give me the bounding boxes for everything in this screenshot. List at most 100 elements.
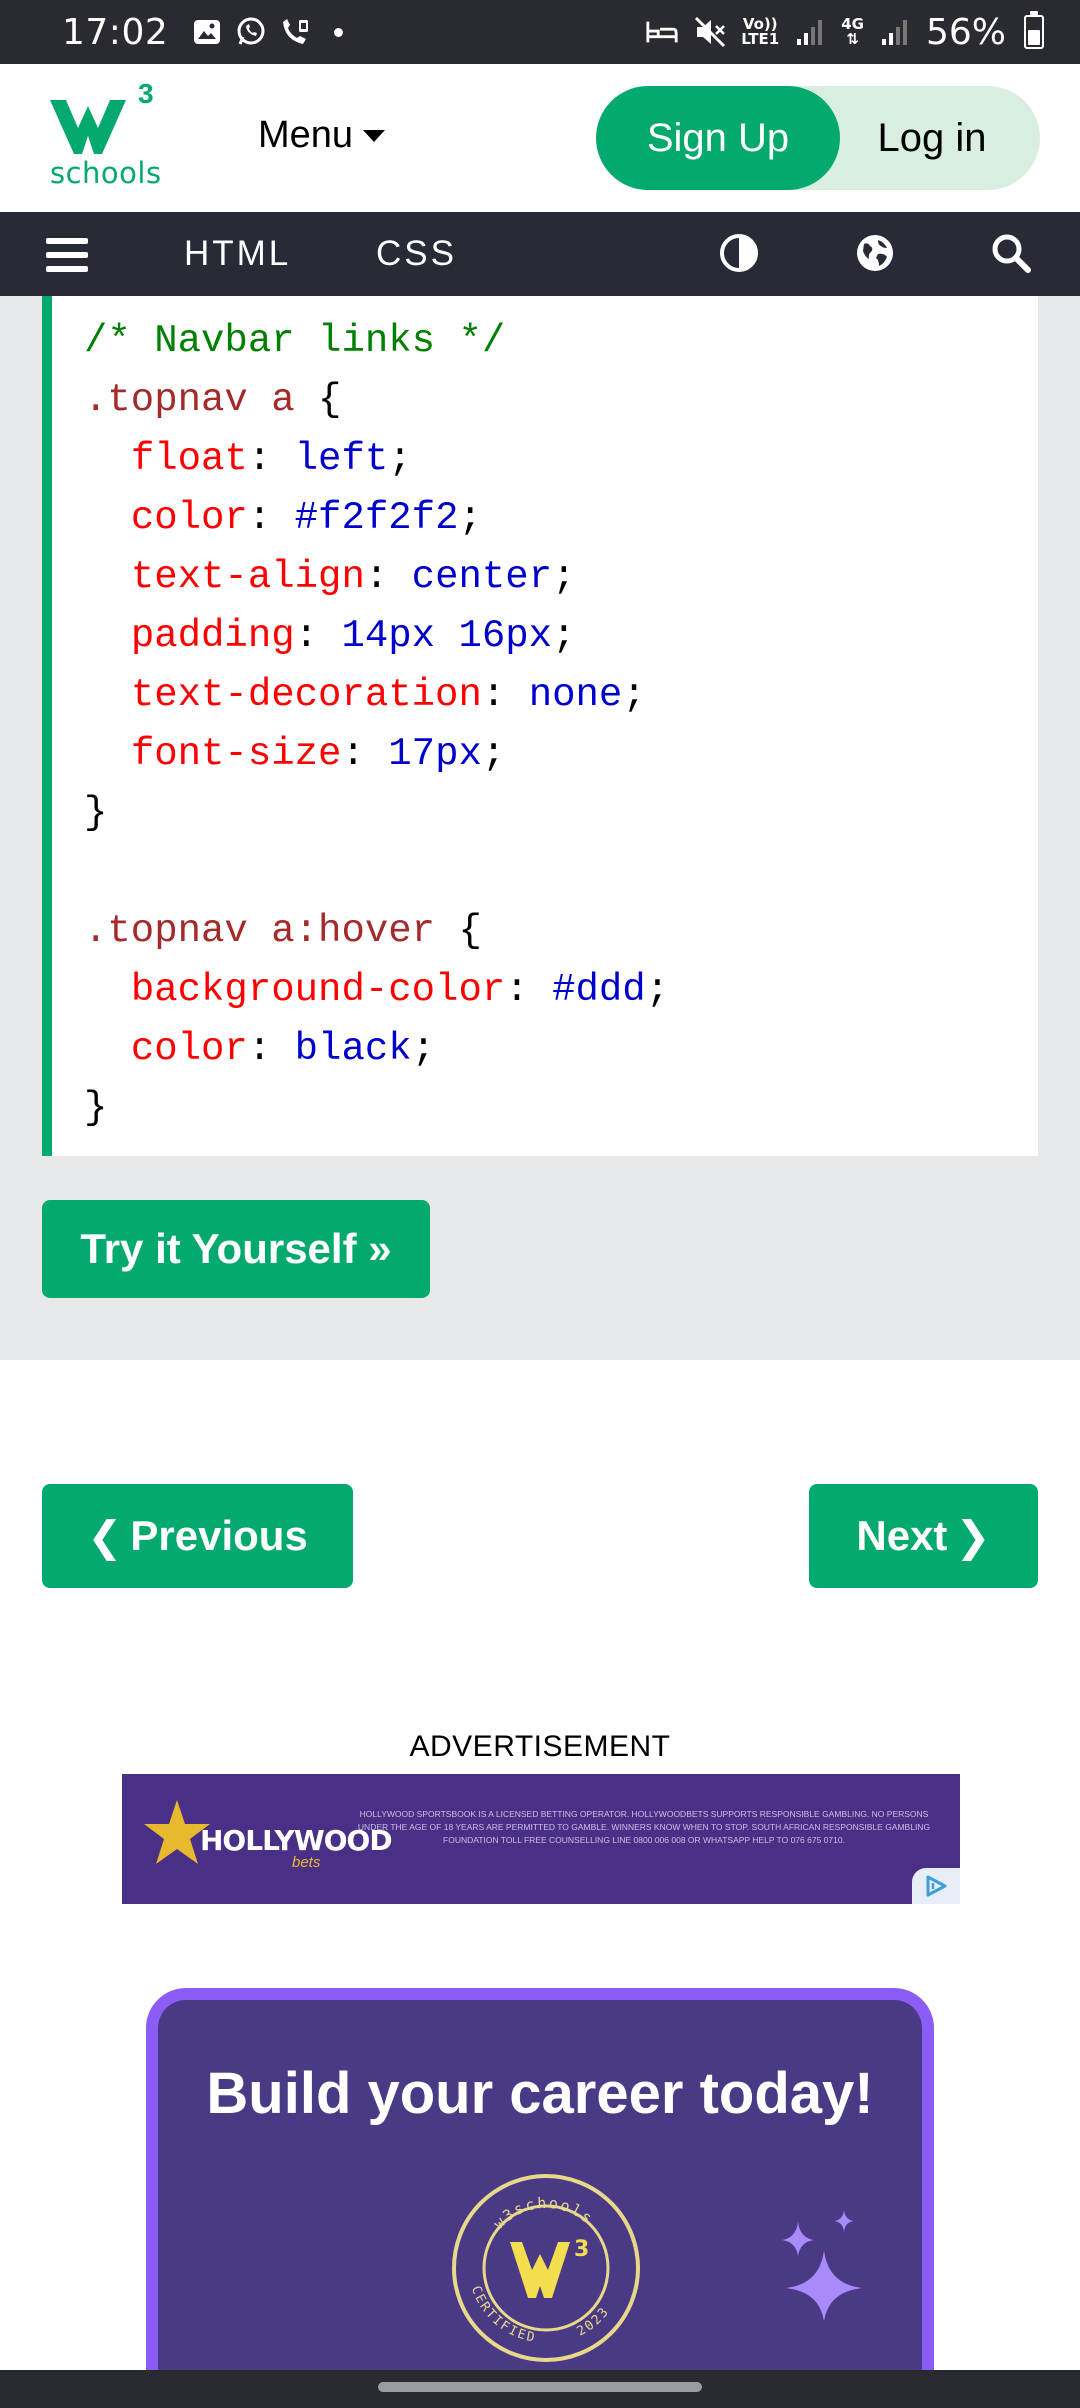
ad-banner[interactable]: HOLLYWOOD bets Hollywood Sportsbook is a…: [122, 1774, 960, 1904]
contrast-toggle-icon[interactable]: [718, 232, 760, 274]
code-token-punct: :: [247, 1027, 295, 1071]
w3schools-logo[interactable]: 3 schools: [44, 78, 164, 194]
code-token-val: #ddd: [552, 968, 646, 1012]
code-token-punct: [84, 614, 131, 658]
sleep-mode-icon: [645, 15, 679, 49]
menu-label: Menu: [258, 114, 354, 156]
gallery-icon: [190, 15, 224, 49]
code-token-punct: ;: [552, 614, 576, 658]
home-gesture-handle[interactable]: [378, 2382, 702, 2392]
battery-icon: [1024, 11, 1044, 49]
call-forward-icon: [278, 15, 312, 49]
code-token-punct: ;: [552, 555, 576, 599]
code-token-punct: [84, 1027, 131, 1071]
code-token-punct: ;: [388, 437, 412, 481]
ad-fine-print: Hollywood Sportsbook is a licensed betti…: [357, 1809, 931, 1845]
next-label: Next: [856, 1512, 948, 1559]
code-token-sel: .topnav a:hover: [84, 909, 459, 953]
code-line: }: [84, 1079, 1038, 1138]
previous-label: Previous: [130, 1512, 308, 1559]
code-line: background-color: #ddd;: [84, 961, 1038, 1020]
previous-button[interactable]: ❮ Previous: [42, 1484, 353, 1588]
battery-level: [1028, 30, 1040, 45]
sign-up-button[interactable]: Sign Up: [596, 86, 840, 190]
globe-icon[interactable]: [854, 232, 896, 274]
svg-text:3: 3: [574, 2237, 589, 2262]
code-token-punct: ;: [645, 968, 670, 1012]
code-token-punct: }: [84, 1086, 108, 1130]
code-token-val: none: [528, 673, 623, 717]
log-in-button[interactable]: Log in: [840, 86, 1040, 190]
battery-percentage: 56%: [925, 11, 1006, 53]
system-icons: Vo)) LTE1 4G ⇅ 56%: [645, 11, 1044, 53]
code-token-prop: text-align: [130, 555, 365, 599]
code-token-punct: :: [341, 732, 389, 776]
code-line: /* Navbar links */: [84, 312, 1038, 371]
code-token-punct: [84, 968, 131, 1012]
code-token-prop: float: [130, 437, 248, 481]
next-button[interactable]: Next ❯: [809, 1484, 1038, 1588]
code-token-comment: /* Navbar links */: [84, 319, 506, 363]
menu-button[interactable]: Menu: [258, 114, 386, 157]
more-notifications-dot: [334, 27, 344, 37]
code-token-sel: .topnav a: [84, 378, 319, 422]
logo-superscript: 3: [138, 78, 154, 109]
badge-top-text: w3schools: [490, 2194, 595, 2233]
code-token-punct: :: [505, 968, 553, 1012]
code-token-punct: ;: [411, 1027, 436, 1071]
certified-badge-icon: 3 w3schools CERTIFIED 2023: [452, 2174, 640, 2362]
promo-title: Build your career today!: [206, 2061, 874, 2126]
code-token-val: center: [411, 555, 553, 599]
code-token-punct: [84, 555, 131, 599]
code-line: float: left;: [84, 430, 1038, 489]
code-line: }: [84, 784, 1038, 843]
status-time: 17:02: [62, 11, 169, 53]
status-bar: 17:02 Vo)) LTE1 4G ⇅ 56%: [0, 0, 1080, 64]
code-token-punct: {: [318, 378, 342, 422]
advertisement-label: ADVERTISEMENT: [409, 1730, 671, 1763]
chevron-right-icon: ❯: [955, 1512, 991, 1560]
search-icon[interactable]: [990, 232, 1032, 274]
code-token-prop: background-color: [130, 968, 506, 1012]
career-promo[interactable]: Build your career today! 3 w3schools CER…: [146, 1988, 934, 2408]
code-token-prop: padding: [130, 614, 295, 658]
code-token-punct: [84, 496, 131, 540]
ad-brand-sub: bets: [292, 1854, 321, 1871]
code-token-prop: text-decoration: [130, 673, 482, 717]
code-token-prop: font-size: [130, 732, 342, 776]
nav-link-css[interactable]: CSS: [376, 234, 457, 274]
code-token-punct: ;: [622, 673, 646, 717]
site-header: 3 schools Menu Sign Up Log in: [0, 64, 1080, 212]
adchoices-icon[interactable]: [912, 1868, 960, 1904]
code-token-punct: :: [294, 614, 342, 658]
code-line: .topnav a:hover {: [84, 902, 1038, 961]
try-it-yourself-button[interactable]: Try it Yourself »: [42, 1200, 430, 1298]
whatsapp-icon: [234, 15, 268, 49]
code-token-punct: }: [84, 791, 108, 835]
code-token-val: 14px 16px: [341, 614, 553, 658]
sparkles-icon: [782, 2210, 862, 2320]
code-line: font-size: 17px;: [84, 725, 1038, 784]
code-token-prop: color: [130, 496, 248, 540]
code-token-punct: [84, 437, 131, 481]
volte-indicator: Vo)) LTE1: [741, 15, 780, 48]
code-token-val: 17px: [388, 732, 482, 776]
code-token-punct: :: [481, 673, 529, 717]
code-token-punct: ;: [458, 496, 482, 540]
nav-link-html[interactable]: HTML: [184, 234, 291, 274]
code-token-prop: color: [130, 1027, 248, 1071]
signal-icon-2: [878, 15, 912, 49]
auth-buttons: Sign Up Log in: [596, 86, 1040, 190]
code-line: text-align: center;: [84, 548, 1038, 607]
code-token-punct: :: [364, 555, 412, 599]
signal-icon-1: [793, 15, 827, 49]
hamburger-menu-icon[interactable]: [46, 238, 88, 272]
notification-icons: [190, 15, 344, 49]
system-navigation-bar: [0, 2370, 1080, 2408]
code-token-punct: :: [247, 496, 295, 540]
code-token-punct: [84, 732, 131, 776]
mute-icon: [693, 15, 727, 49]
tutorial-nav: HTML CSS: [0, 212, 1080, 296]
code-token-punct: {: [458, 909, 482, 953]
